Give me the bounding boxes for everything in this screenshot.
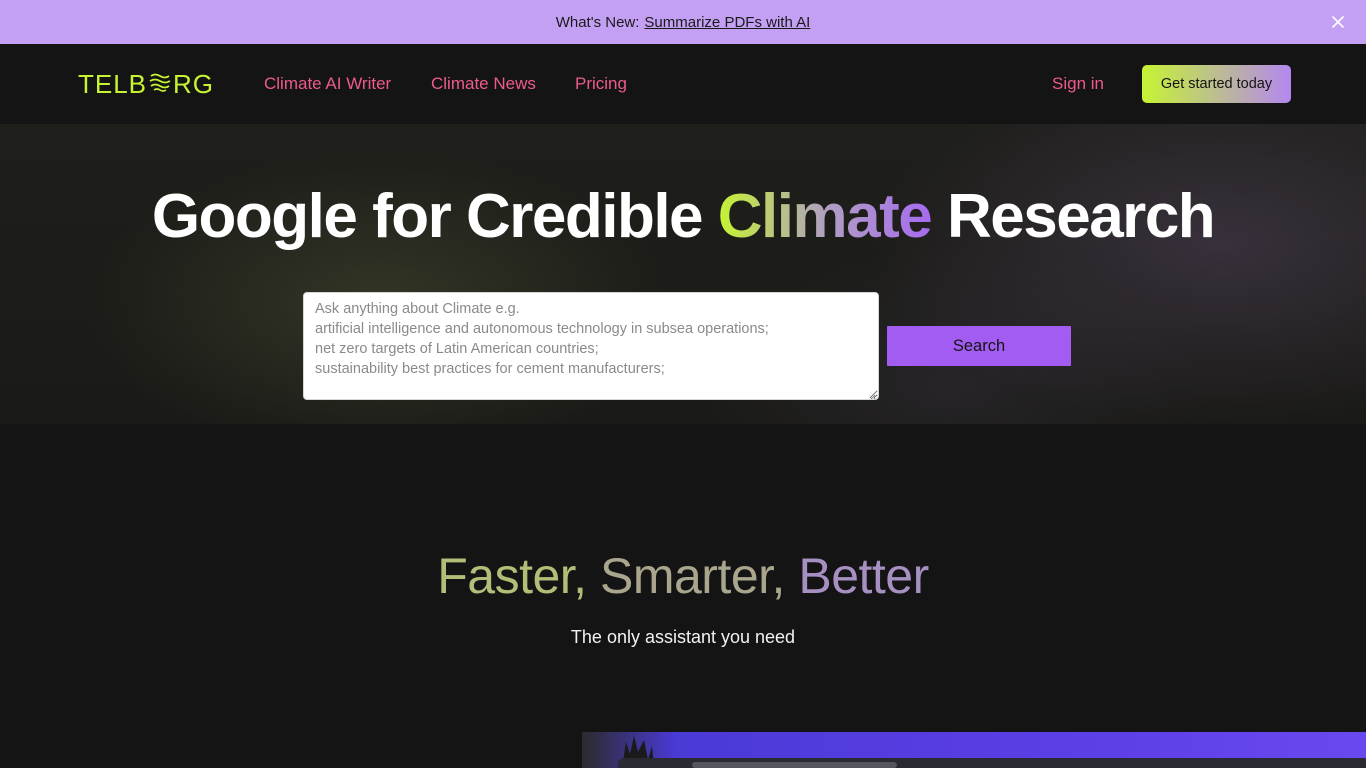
hero-title-pre: Google for Credible	[151, 182, 704, 251]
logo-text-pre: TELB	[78, 68, 148, 99]
announcement-lead: What's New:	[555, 13, 640, 31]
close-icon[interactable]	[1328, 12, 1348, 32]
nav-link-climate-ai-writer[interactable]: Climate AI Writer	[264, 74, 391, 94]
search-input[interactable]: Ask anything about Climate e.g. artifici…	[303, 292, 879, 400]
search-placeholder-line: sustainability best practices for cement…	[315, 361, 665, 377]
resize-handle-icon[interactable]	[867, 388, 876, 399]
tagline-word-faster: Faster,	[437, 548, 587, 604]
logo[interactable]: TELB RG	[78, 68, 214, 100]
hero-title-post: Research	[946, 182, 1216, 251]
hero-section: Google for Credible Climate Research Ask…	[0, 124, 1366, 424]
tagline-word-smarter: Smarter,	[599, 548, 785, 604]
search-placeholder-line: artificial intelligence and autonomous t…	[315, 321, 769, 337]
sign-in-link[interactable]: Sign in	[1052, 74, 1104, 94]
tagline-word-better: Better	[798, 548, 929, 604]
product-preview-image	[582, 732, 1366, 768]
search-button[interactable]: Search	[887, 326, 1071, 366]
search-placeholder-line: Ask anything about Climate e.g.	[315, 301, 520, 317]
features-subtitle: The only assistant you need	[570, 627, 796, 647]
preview-address-bar	[692, 762, 897, 768]
hero-title-accent: Climate	[717, 182, 933, 251]
search-placeholder-line: net zero targets of Latin American count…	[315, 341, 599, 357]
nav-link-pricing[interactable]: Pricing	[575, 74, 627, 94]
hero-title: Google for Credible Climate Research	[0, 181, 1366, 252]
announcement-bar: What's New: Summarize PDFs with AI	[0, 0, 1366, 44]
navbar: TELB RG Climate AI Writer Climate News P…	[0, 44, 1366, 124]
announcement-link[interactable]: Summarize PDFs with AI	[644, 14, 810, 31]
features-heading: Faster, Smarter, Better	[0, 547, 1366, 605]
get-started-button[interactable]: Get started today	[1142, 65, 1291, 103]
globe-wave-icon	[147, 69, 173, 100]
nav-link-climate-news[interactable]: Climate News	[431, 74, 536, 94]
logo-text-post: RG	[173, 68, 215, 99]
